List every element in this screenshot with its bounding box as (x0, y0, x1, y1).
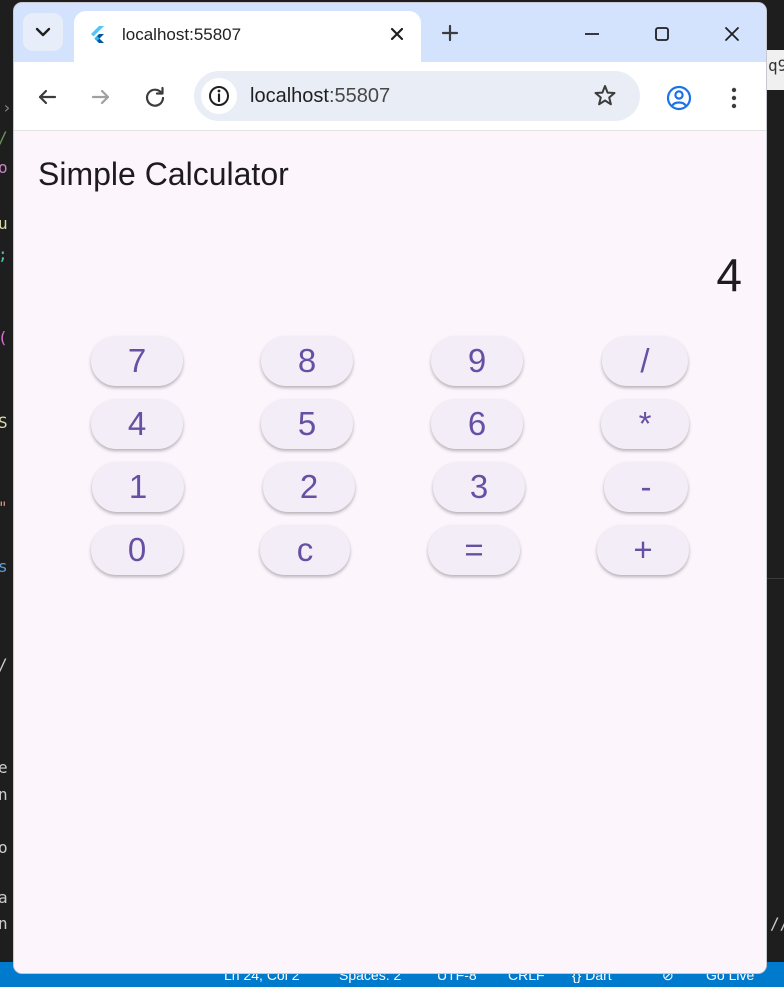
key-clear-button[interactable]: c (260, 525, 350, 575)
chevron-down-icon (35, 27, 51, 37)
key-4-button[interactable]: 4 (91, 399, 183, 449)
url-port: :55807 (328, 85, 391, 107)
editor-fragment: " (0, 498, 8, 517)
key-subtract-button[interactable]: - (604, 462, 688, 512)
editor-right-panel: q9 (766, 50, 784, 90)
editor-fragment: e (0, 758, 8, 777)
key-3-button[interactable]: 3 (433, 462, 525, 512)
window-close-icon[interactable] (717, 19, 747, 49)
tab-search-button[interactable] (23, 13, 63, 51)
arrow-left-icon[interactable] (32, 82, 62, 112)
editor-fragment: ( (0, 328, 8, 347)
kebab-menu-icon[interactable] (720, 83, 748, 113)
app-title: Simple Calculator (38, 156, 289, 192)
editor-fragment: u (0, 214, 8, 233)
key-add-button[interactable]: + (597, 525, 689, 575)
editor-fragment: a (0, 888, 8, 907)
calculator-display: 4 (716, 249, 742, 301)
key-9-button[interactable]: 9 (431, 336, 523, 386)
url-host: localhost (250, 85, 329, 107)
editor-divider (766, 578, 784, 579)
key-1-button[interactable]: 1 (92, 462, 184, 512)
editor-fragment: o (0, 838, 8, 857)
close-icon[interactable] (384, 21, 410, 47)
browser-toolbar: localhost:55807 (14, 62, 766, 131)
calculator-page: Simple Calculator 4 7 8 9 / 4 5 6 * 1 2 … (14, 131, 766, 973)
info-icon (209, 86, 229, 106)
editor-right-text: q9 (768, 56, 784, 75)
site-info-button[interactable] (201, 78, 237, 114)
tab-title: localhost:55807 (122, 25, 242, 44)
editor-fragment: S (0, 413, 8, 432)
editor-fragment: / (0, 128, 8, 147)
key-0-button[interactable]: 0 (91, 525, 183, 575)
editor-fragment: ; (0, 245, 8, 264)
profile-icon[interactable] (664, 83, 694, 113)
reload-icon[interactable] (140, 82, 170, 112)
browser-titlebar: localhost:55807 (14, 3, 766, 64)
editor-fragment: n (0, 914, 8, 933)
key-8-button[interactable]: 8 (261, 336, 353, 386)
browser-window: localhost:55807 localhost:55807 Simple C… (14, 3, 766, 973)
key-multiply-button[interactable]: * (601, 399, 689, 449)
maximize-icon[interactable] (647, 19, 677, 49)
address-bar[interactable]: localhost:55807 (194, 71, 640, 121)
key-6-button[interactable]: 6 (431, 399, 523, 449)
editor-right-text-2: // (770, 914, 784, 933)
editor-fragment: o (0, 158, 8, 177)
browser-tab-active[interactable]: localhost:55807 (74, 11, 421, 64)
minimize-icon[interactable] (577, 19, 607, 49)
plus-icon[interactable] (437, 20, 463, 46)
editor-fragment: n (0, 785, 8, 804)
key-5-button[interactable]: 5 (261, 399, 353, 449)
flutter-icon (91, 26, 104, 43)
star-icon[interactable] (592, 83, 618, 109)
key-2-button[interactable]: 2 (263, 462, 355, 512)
arrow-right-icon[interactable] (86, 82, 116, 112)
editor-fold-icon: › (2, 98, 12, 117)
key-7-button[interactable]: 7 (91, 336, 183, 386)
key-divide-button[interactable]: / (602, 336, 688, 386)
url-text[interactable]: localhost:55807 (250, 85, 390, 108)
editor-fragment: / (0, 655, 8, 674)
key-equals-button[interactable]: = (428, 525, 520, 575)
editor-fragment: s (0, 557, 8, 576)
